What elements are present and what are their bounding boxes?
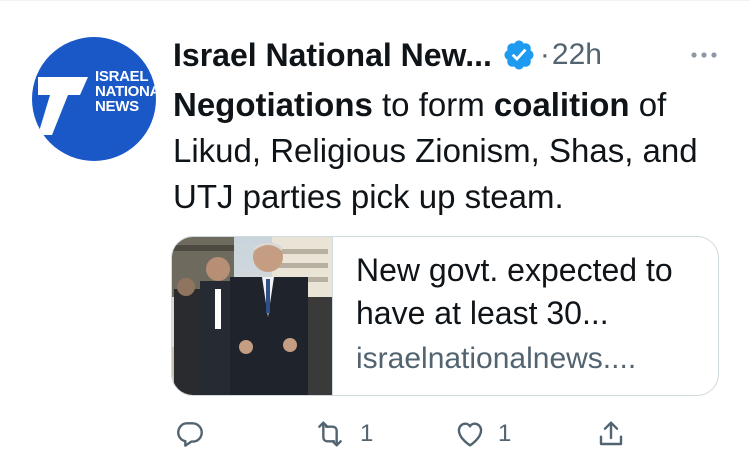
more-button[interactable]: [684, 40, 724, 70]
like-icon: [454, 418, 486, 450]
tweet-time[interactable]: 22h: [552, 38, 602, 72]
tweet-header: Israel National New... · 22h: [173, 33, 602, 77]
retweet-button[interactable]: 1: [312, 414, 373, 454]
verified-icon: [502, 38, 536, 72]
retweet-icon: [312, 418, 348, 450]
author-name[interactable]: Israel National New...: [173, 37, 492, 74]
card-domain: israelnationalnews....: [356, 339, 706, 379]
retweet-count: 1: [360, 420, 373, 448]
tweet[interactable]: ISRAEL NATIONAL NEWS Israel National New…: [0, 0, 750, 474]
link-card[interactable]: New govt. expected to have at least 30..…: [171, 236, 719, 396]
avatar-word-national: NATIONAL: [95, 84, 156, 99]
card-thumbnail: [172, 237, 333, 395]
header-separator: ·: [540, 38, 550, 72]
avatar-word-news: NEWS: [95, 99, 156, 114]
tweet-text-bold-3: coalition: [494, 86, 630, 123]
more-icon: [684, 40, 724, 70]
tweet-text-bold-1: Negotiations: [173, 86, 373, 123]
avatar-word-israel: ISRAEL: [95, 69, 156, 84]
avatar-wordmark: ISRAEL NATIONAL NEWS: [95, 69, 156, 114]
like-count: 1: [498, 420, 511, 448]
share-icon: [595, 418, 627, 450]
tweet-text: Negotiations to form coalition of Likud,…: [173, 82, 733, 220]
like-button[interactable]: 1: [454, 414, 511, 454]
tweet-actions: 1 1: [0, 414, 750, 454]
card-photo-image: [172, 237, 332, 395]
reply-icon: [174, 418, 206, 450]
share-button[interactable]: [595, 414, 627, 454]
tweet-text-part-2: to form: [373, 86, 494, 123]
avatar[interactable]: ISRAEL NATIONAL NEWS: [32, 37, 156, 161]
card-title: New govt. expected to have at least 30..…: [356, 249, 706, 335]
reply-button[interactable]: [174, 414, 218, 454]
